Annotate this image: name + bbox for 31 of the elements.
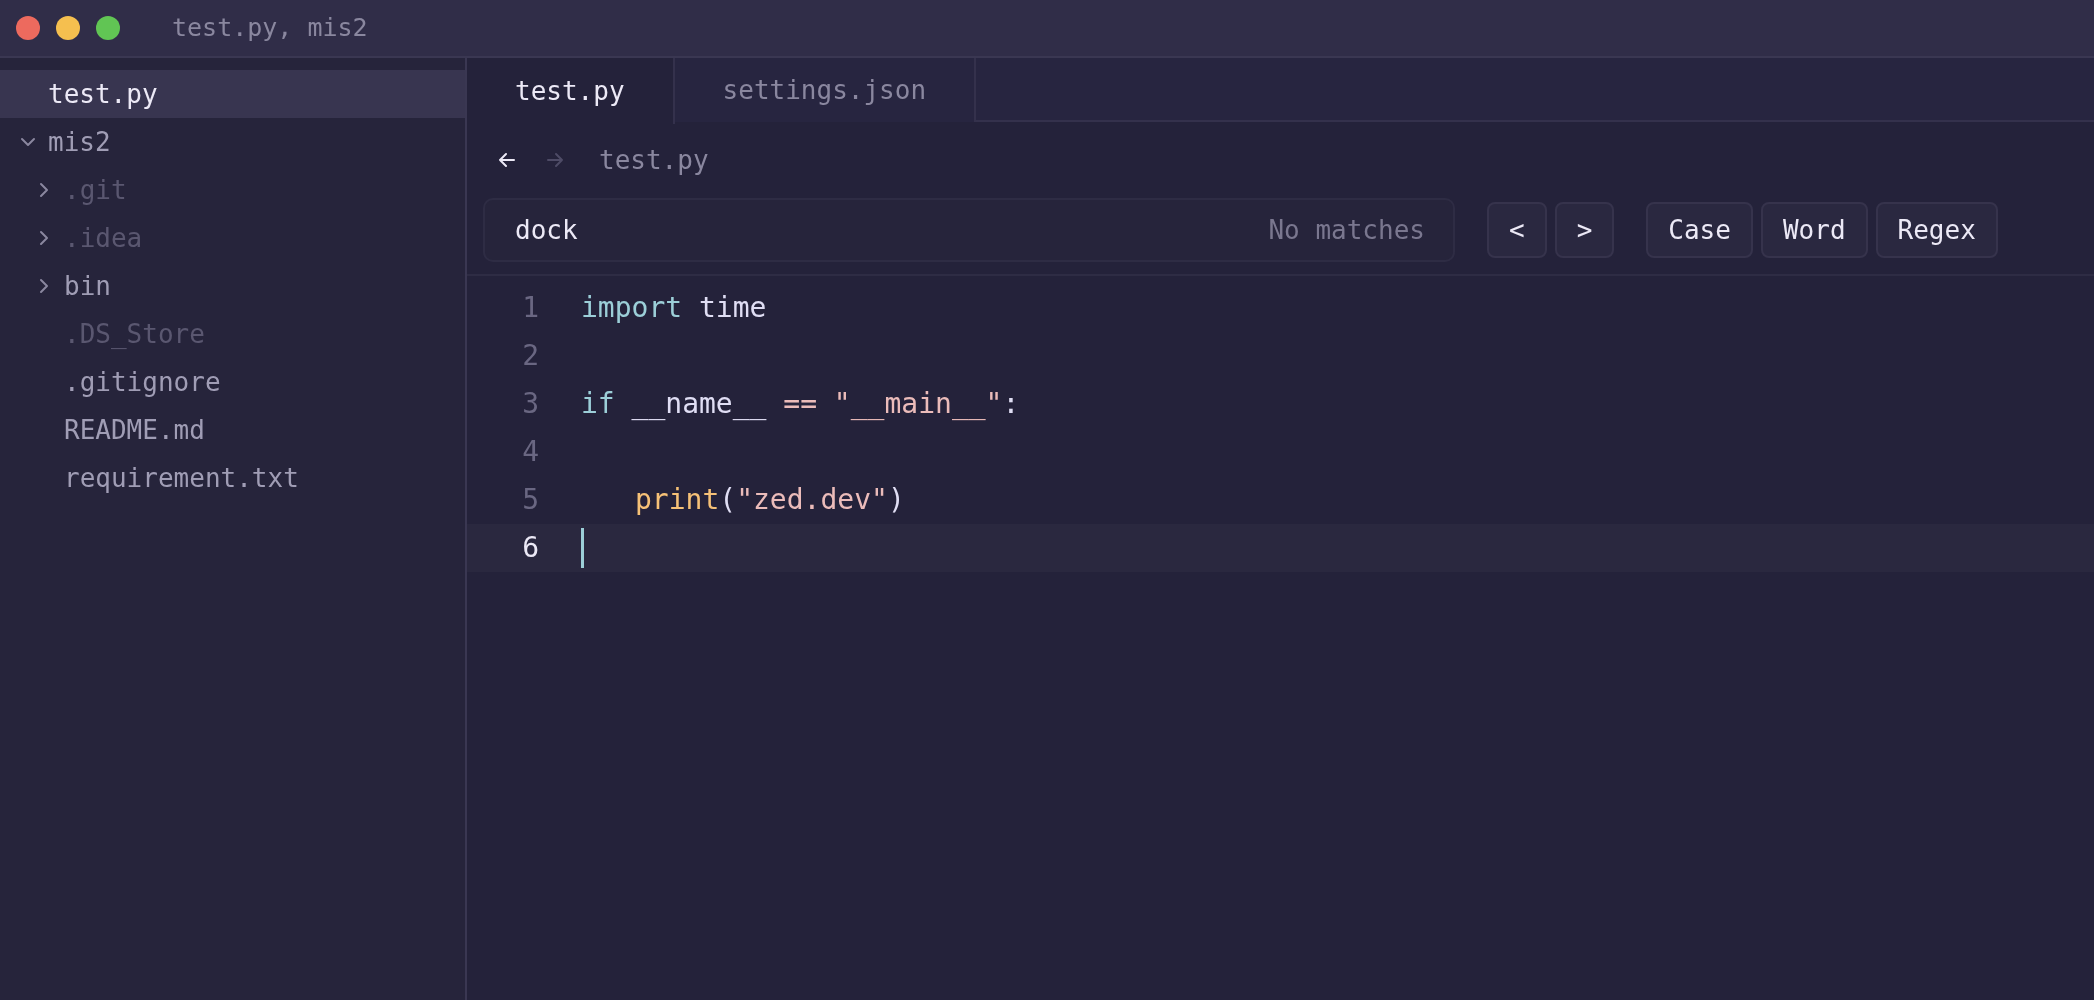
maximize-button[interactable]	[96, 16, 120, 40]
window-title: test.py, mis2	[172, 12, 368, 45]
tree-item[interactable]: requirement.txt	[0, 454, 465, 502]
breadcrumb-path[interactable]: test.py	[599, 140, 709, 180]
code-line: if __name__ == "__main__":	[581, 386, 1020, 422]
line-number: 1	[521, 290, 539, 326]
tab[interactable]: settings.json	[674, 58, 977, 122]
close-button[interactable]	[16, 16, 40, 40]
minimize-button[interactable]	[56, 16, 80, 40]
code-line: import time	[581, 290, 767, 326]
match-status: No matches	[1268, 213, 1425, 247]
line-number: 2	[521, 338, 539, 374]
tree-item[interactable]: test.py	[0, 70, 465, 118]
search-option-button[interactable]: Word	[1760, 202, 1868, 258]
previous-match-button[interactable]: <	[1487, 202, 1547, 258]
search-option-button[interactable]: Regex	[1875, 202, 1998, 258]
next-match-button[interactable]: >	[1554, 202, 1615, 258]
search-bar[interactable]: dock No matches	[483, 198, 1455, 262]
text-cursor	[581, 528, 584, 568]
tree-item[interactable]: .gitignore	[0, 358, 465, 406]
tree-item[interactable]: mis2	[0, 118, 465, 166]
tab[interactable]: test.py	[467, 58, 675, 124]
search-field[interactable]: dock	[513, 209, 1269, 251]
search-option-button[interactable]: Case	[1646, 202, 1753, 258]
line-number: 6	[521, 530, 539, 566]
line-number: 3	[521, 386, 539, 422]
line-number: 4	[521, 434, 539, 470]
code-line: print("zed.dev")	[635, 482, 905, 518]
line-number: 5	[521, 482, 539, 518]
tree-item[interactable]: README.md	[0, 406, 465, 454]
tree-item[interactable]: bin	[0, 262, 465, 310]
